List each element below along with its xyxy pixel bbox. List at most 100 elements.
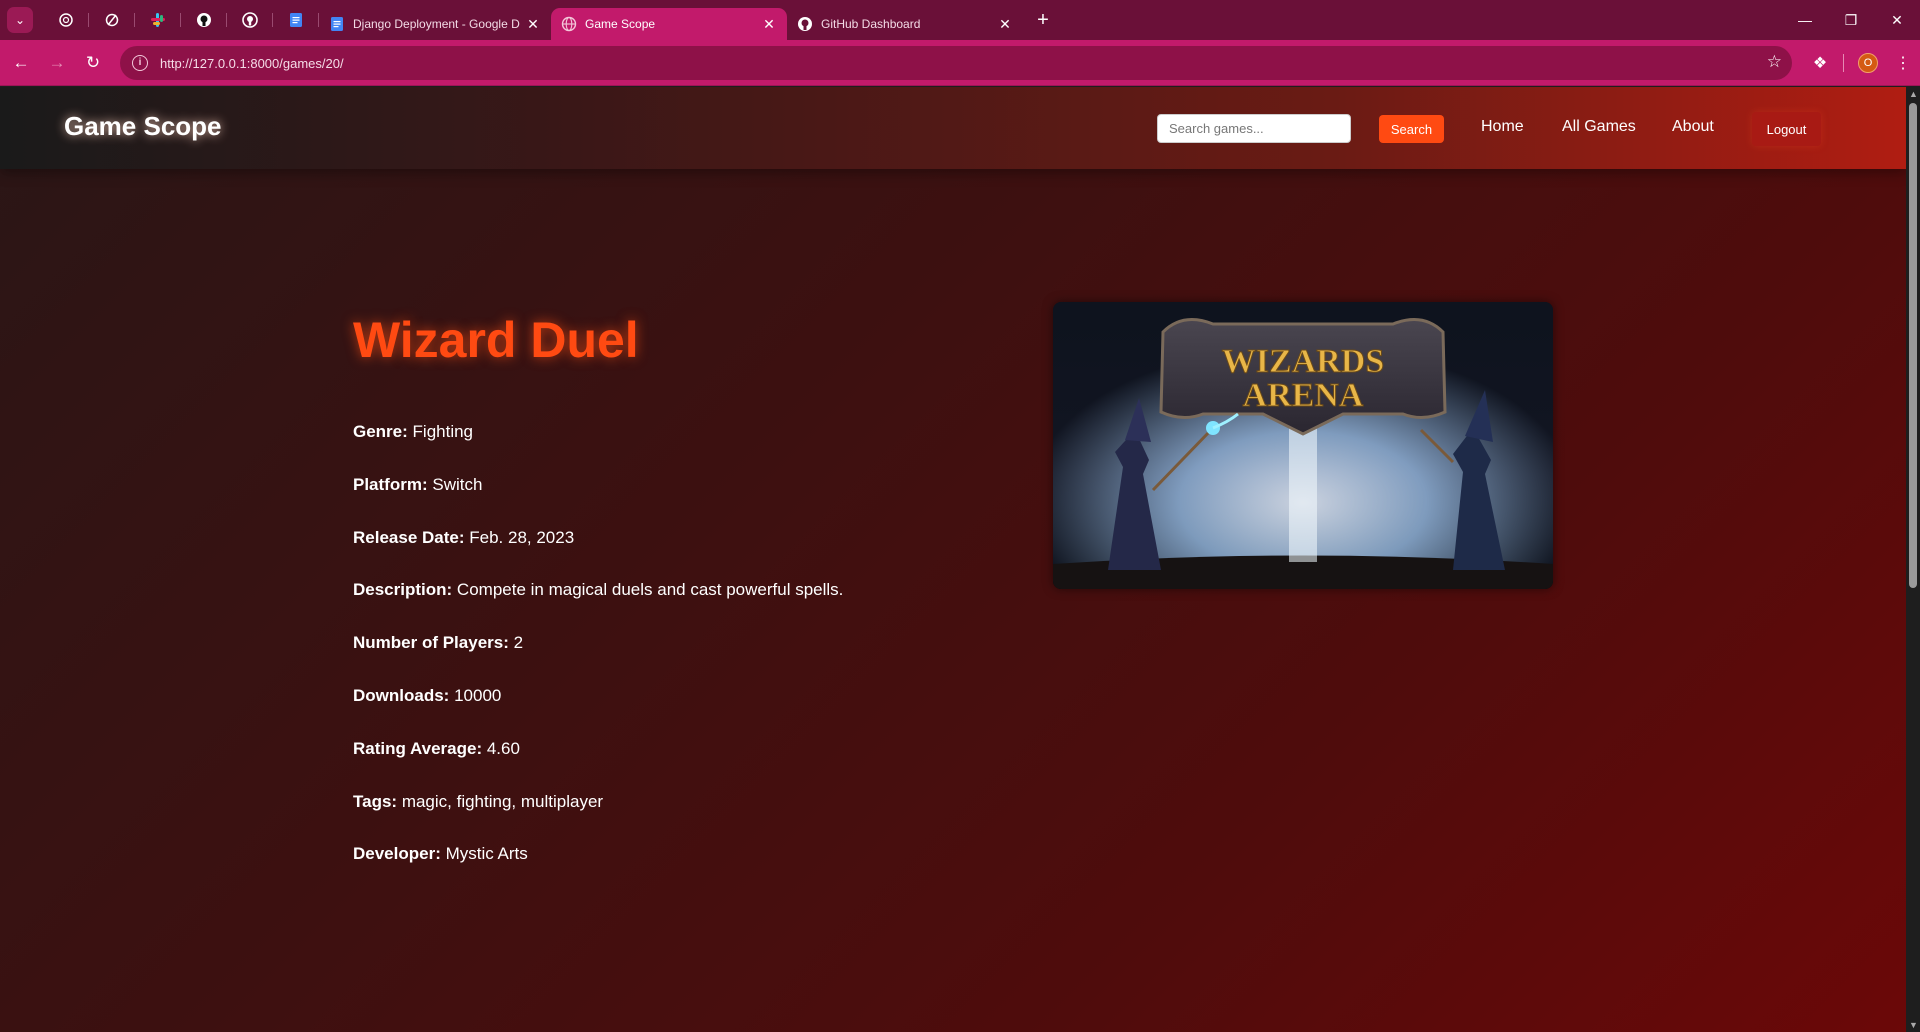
tab-game-scope[interactable]: Game Scope ✕ (551, 8, 787, 40)
tab-title: Django Deployment - Google D (353, 17, 520, 31)
reload-button[interactable]: ↻ (76, 46, 110, 80)
banner-line-1: WIZARDS (1222, 343, 1384, 380)
detail-value: Feb. 28, 2023 (469, 528, 575, 547)
arrow-left-icon: ← (12, 52, 30, 72)
restore-icon: ❐ (1844, 11, 1858, 28)
new-tab-button[interactable]: + (1029, 6, 1057, 34)
close-icon: ✕ (1891, 11, 1903, 28)
tab-django-deployment[interactable]: Django Deployment - Google D ✕ (319, 8, 551, 40)
tab-title: Game Scope (585, 17, 656, 31)
detail-label: Release Date: (353, 528, 465, 547)
scroll-down-arrow-icon[interactable]: ▼ (1909, 1020, 1918, 1030)
close-window-button[interactable]: ✕ (1874, 0, 1920, 40)
detail-label: Genre: (353, 422, 408, 441)
arrow-right-icon: → (48, 52, 66, 72)
nav-link-home[interactable]: Home (1481, 118, 1524, 136)
detail-genre: Genre: Fighting (353, 422, 473, 442)
restore-button[interactable]: ❐ (1828, 0, 1874, 40)
extensions-button[interactable]: ❖ (1803, 46, 1837, 80)
search-button[interactable]: Search (1379, 115, 1444, 143)
detail-rating-average: Rating Average: 4.60 (353, 739, 520, 759)
game-title: Wizard Duel (353, 312, 639, 368)
detail-developer: Developer: Mystic Arts (353, 844, 528, 864)
tab-github-dashboard[interactable]: GitHub Dashboard ✕ (787, 8, 1023, 40)
detail-value: 2 (513, 633, 524, 652)
detail-downloads: Downloads: 10000 (353, 686, 501, 706)
close-icon[interactable]: ✕ (761, 16, 777, 33)
forward-button[interactable]: → (40, 46, 74, 80)
puzzle-icon: ❖ (1812, 55, 1828, 72)
site-logo[interactable]: Game Scope (64, 111, 222, 142)
minimize-button[interactable]: — (1782, 0, 1828, 40)
browser-menu-button[interactable]: ⋮ (1886, 46, 1920, 80)
detail-label: Downloads: (353, 686, 450, 705)
detail-description: Description: Compete in magical duels an… (353, 580, 843, 600)
url-text[interactable]: http://127.0.0.1:8000/games/20/ (160, 56, 344, 71)
tab-title: GitHub Dashboard (821, 17, 921, 31)
game-cover-image: WIZARDS ARENA (1053, 302, 1553, 589)
detail-value: Mystic Arts (445, 844, 528, 863)
site-header: Game Scope Search Home All Games About L… (0, 87, 1906, 169)
vertical-scrollbar[interactable]: ▲ ▼ (1906, 87, 1920, 1032)
wizards-arena-artwork: WIZARDS ARENA (1053, 302, 1553, 589)
github-icon (197, 13, 211, 27)
slack-icon (151, 13, 165, 27)
detail-release-date: Release Date: Feb. 28, 2023 (353, 528, 574, 548)
browser-toolbar: ← → ↻ i http://127.0.0.1:8000/games/20/ … (0, 40, 1920, 86)
pinned-tab-github-2[interactable] (227, 0, 273, 40)
pinned-tab-chatgpt[interactable] (43, 0, 89, 40)
back-button[interactable]: ← (4, 46, 38, 80)
logout-button[interactable]: Logout (1752, 112, 1821, 146)
page-viewport: Game Scope Search Home All Games About L… (0, 87, 1906, 1032)
perplexity-icon (105, 13, 119, 27)
search-input[interactable] (1157, 114, 1351, 143)
detail-value: Switch (432, 475, 483, 494)
detail-value: 4.60 (486, 739, 520, 758)
bookmark-star-icon[interactable]: ☆ (1767, 52, 1782, 72)
detail-value: 10000 (454, 686, 502, 705)
profile-avatar[interactable]: O (1858, 53, 1878, 73)
banner-line-2: ARENA (1243, 377, 1364, 414)
address-bar[interactable]: i http://127.0.0.1:8000/games/20/ ☆ (120, 46, 1792, 80)
detail-label: Number of Players: (353, 633, 509, 652)
nav-link-all-games[interactable]: All Games (1562, 118, 1636, 136)
pinned-tabs (43, 0, 319, 40)
nav-link-about[interactable]: About (1672, 118, 1714, 136)
detail-label: Tags: (353, 792, 398, 811)
detail-label: Description: (353, 580, 453, 599)
close-icon[interactable]: ✕ (525, 16, 541, 33)
pinned-tab-perplexity[interactable] (89, 0, 135, 40)
window-controls: — ❐ ✕ (1782, 0, 1920, 40)
globe-icon (561, 16, 577, 32)
scrollbar-thumb[interactable] (1909, 103, 1917, 588)
detail-platform: Platform: Switch (353, 475, 482, 495)
detail-label: Rating Average: (353, 739, 483, 758)
detail-value: Compete in magical duels and cast powerf… (456, 580, 844, 599)
kebab-menu-icon: ⋮ (1895, 55, 1911, 72)
detail-value: Fighting (412, 422, 474, 441)
detail-label: Platform: (353, 475, 428, 494)
toolbar-divider (1843, 54, 1844, 72)
site-info-icon[interactable]: i (132, 55, 148, 71)
scroll-up-arrow-icon[interactable]: ▲ (1909, 89, 1918, 99)
reload-icon: ↻ (85, 52, 101, 72)
detail-value: magic, fighting, multiplayer (401, 792, 604, 811)
toolbar-right: ❖ O ⋮ (1803, 46, 1920, 80)
github-icon (798, 17, 812, 31)
detail-number-of-players: Number of Players: 2 (353, 633, 523, 653)
pinned-tab-google-docs[interactable] (273, 0, 319, 40)
detail-label: Developer: (353, 844, 441, 863)
tab-search-button[interactable]: ⌄ (7, 7, 33, 33)
google-docs-icon (290, 13, 302, 27)
github-icon (242, 12, 258, 28)
minimize-icon: — (1798, 12, 1812, 28)
pinned-tab-github-1[interactable] (181, 0, 227, 40)
plus-icon: + (1037, 8, 1049, 31)
close-icon[interactable]: ✕ (997, 16, 1013, 33)
browser-tab-bar: ⌄ Django Deployment - Google D ✕ Game Sc… (0, 0, 1920, 40)
pinned-tab-slack[interactable] (135, 0, 181, 40)
chevron-down-icon: ⌄ (14, 13, 26, 27)
google-docs-icon (331, 17, 343, 31)
chatgpt-icon (59, 13, 73, 27)
detail-tags: Tags: magic, fighting, multiplayer (353, 792, 603, 812)
